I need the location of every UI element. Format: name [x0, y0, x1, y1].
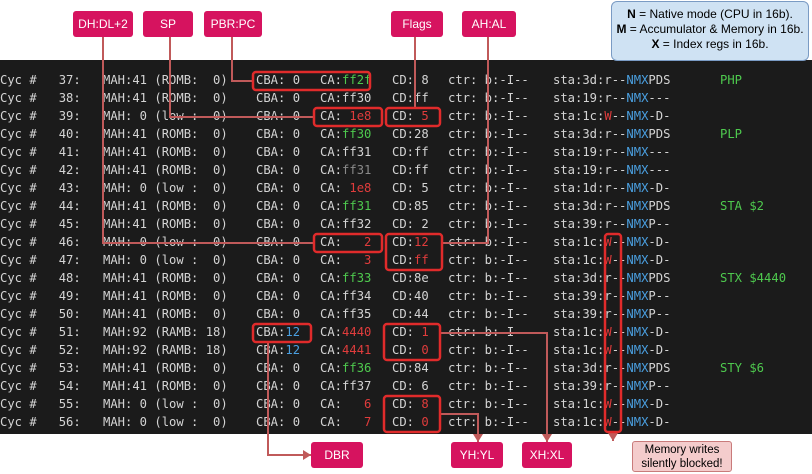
connector-sp — [169, 37, 314, 118]
callout-dh-dl: DH:DL+2 — [73, 11, 133, 37]
memory-warning-note: Memory writes silently blocked! — [632, 441, 732, 472]
warning-line-2: silently blocked! — [641, 458, 723, 470]
callout-ah-al: AH:AL — [462, 11, 516, 37]
box-flags — [384, 106, 442, 128]
callout-sp: SP — [143, 11, 193, 37]
note-line-1: N = Native mode (CPU in 16b). — [627, 7, 793, 21]
callout-flags: Flags — [391, 11, 443, 37]
connector-dbr — [267, 342, 311, 456]
connector-yh-yl — [440, 413, 479, 442]
legend-note: N = Native mode (CPU in 16b). M = Accumu… — [611, 1, 809, 61]
note-line-2: M = Accumulator & Memory in 16b. — [616, 22, 804, 36]
connector-xh-xl-arrow — [542, 434, 552, 442]
connector-dbr-arrow — [303, 450, 311, 460]
box-memory-writes — [603, 232, 623, 434]
connector-memory-writes-arrow — [608, 433, 618, 441]
box-ah-al — [384, 232, 444, 272]
annotation-overlay — [102, 37, 623, 460]
connector-yh-yl-arrow — [473, 434, 483, 442]
connector-pbr-pc — [231, 37, 253, 82]
callout-xh-xl: XH:XL — [522, 442, 572, 468]
connector-ah-al — [442, 37, 489, 244]
box-dh-dl — [312, 232, 384, 254]
warning-line-1: Memory writes — [644, 444, 720, 456]
callout-pbr-pc: PBR:PC — [204, 11, 262, 37]
connector-lines — [102, 37, 618, 460]
connector-dh-dl — [102, 37, 314, 244]
box-pbr-pc — [251, 70, 372, 92]
connector-xh-xl — [440, 332, 548, 442]
box-sp — [312, 106, 384, 128]
callout-yh-yl: YH:YL — [451, 442, 503, 468]
box-xh-xl — [382, 322, 442, 362]
box-yh-yl — [382, 394, 442, 434]
callout-dbr: DBR — [311, 442, 363, 468]
box-dbr — [251, 322, 313, 344]
note-line-3: X = Index regs in 16b. — [651, 37, 769, 51]
highlight-boxes — [251, 70, 623, 434]
